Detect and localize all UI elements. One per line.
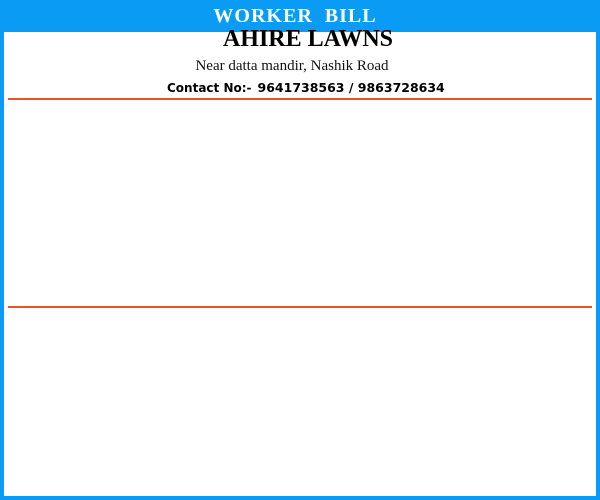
contact-numbers: 9641738563 / 9863728634 [257,80,445,95]
contact-line: Contact No:- 9641738563 / 9863728634 [167,80,445,95]
bill-header: AHIRE LAWNS Near datta mandir, Nashik Ro… [4,26,596,98]
business-address: Near datta mandir, Nashik Road [195,58,389,74]
bill-footer-area [8,309,592,495]
header-divider [8,98,592,100]
business-name: AHIRE LAWNS [222,26,394,52]
bill-content-area [8,101,592,305]
content-divider [8,306,592,308]
contact-label: Contact No:- [167,81,252,95]
window-title: WORKER BILL [213,4,377,27]
